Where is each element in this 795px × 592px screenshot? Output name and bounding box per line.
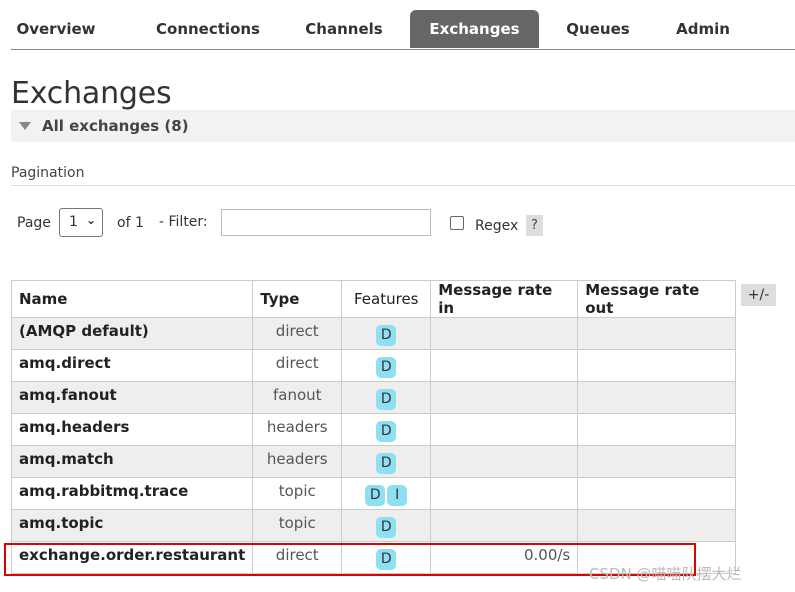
page-select[interactable]: 1 ⌄	[59, 208, 103, 237]
exchange-name-link[interactable]: amq.rabbitmq.trace	[10, 477, 254, 510]
all-exchanges-section-toggle[interactable]: All exchanges (8)	[11, 110, 795, 142]
table-row: amq.direct direct D	[10, 349, 737, 382]
triangle-down-icon	[19, 122, 31, 130]
message-rate-out	[577, 413, 737, 446]
exchange-type: headers	[252, 445, 343, 478]
feature-badge: D	[376, 324, 397, 346]
columns-toggle-button[interactable]: +/-	[741, 284, 776, 306]
header-rate-out[interactable]: Message rate out	[577, 280, 737, 318]
table-row: amq.fanout fanout D	[10, 381, 737, 414]
page-label: Page	[17, 215, 51, 231]
page-select-value: 1	[69, 214, 78, 230]
table-row: (AMQP default) direct D	[10, 317, 737, 350]
exchange-features: DI	[341, 477, 432, 510]
exchange-name-link[interactable]: (AMQP default)	[10, 317, 254, 350]
exchange-type: topic	[252, 509, 343, 542]
regex-checkbox[interactable]	[450, 216, 464, 230]
message-rate-out	[577, 509, 737, 542]
exchange-type: direct	[252, 349, 343, 382]
tab-queues[interactable]: Queues	[559, 10, 637, 48]
message-rate-out	[577, 349, 737, 382]
section-title: All exchanges (8)	[42, 117, 189, 135]
filter-input[interactable]	[221, 209, 431, 236]
message-rate-in	[430, 445, 579, 478]
nav-tabs: Overview Connections Channels Exchanges …	[11, 10, 795, 50]
feature-badge: D	[365, 484, 386, 506]
message-rate-in	[430, 413, 579, 446]
tab-overview[interactable]: Overview	[11, 10, 101, 48]
regex-label: Regex	[475, 218, 519, 234]
exchange-features: D	[341, 349, 432, 382]
exchange-type: fanout	[252, 381, 343, 414]
watermark: CSDN @喵喵队摆大烂	[589, 565, 742, 583]
message-rate-out	[577, 445, 737, 478]
help-button[interactable]: ?	[526, 215, 543, 236]
chevron-down-icon: ⌄	[86, 213, 97, 227]
tab-channels[interactable]: Channels	[298, 10, 390, 48]
filter-label: - Filter:	[159, 214, 208, 230]
message-rate-out	[577, 317, 737, 350]
header-type[interactable]: Type	[252, 280, 343, 318]
exchange-features: D	[341, 413, 432, 446]
tab-exchanges[interactable]: Exchanges	[410, 10, 539, 48]
message-rate-in	[430, 381, 579, 414]
exchange-type: direct	[252, 317, 343, 350]
table-row: amq.match headers D	[10, 445, 737, 478]
exchange-type: topic	[252, 477, 343, 510]
message-rate-in	[430, 317, 579, 350]
exchange-name-link[interactable]: amq.match	[10, 445, 254, 478]
page-count: of 1	[117, 215, 144, 231]
pagination-label: Pagination	[11, 165, 85, 181]
tab-admin[interactable]: Admin	[666, 10, 740, 48]
table-row: amq.rabbitmq.trace topic D I	[10, 477, 737, 510]
header-name[interactable]: Name	[10, 280, 254, 318]
exchange-type: headers	[252, 413, 343, 446]
exchange-features: D	[341, 445, 432, 478]
table-row: amq.headers headers D	[10, 413, 737, 446]
message-rate-in	[430, 509, 579, 542]
exchange-features: D	[341, 509, 432, 542]
message-rate-out	[577, 381, 737, 414]
exchanges-table: Name Type Features Message rate in Messa…	[10, 280, 737, 574]
exchange-features: D	[341, 381, 432, 414]
feature-badge: D	[376, 420, 397, 442]
header-rate-in[interactable]: Message rate in	[430, 280, 579, 318]
feature-badge: D	[376, 516, 397, 538]
exchange-name-link[interactable]: amq.direct	[10, 349, 254, 382]
message-rate-out	[577, 477, 737, 510]
divider	[11, 185, 795, 186]
exchange-name-link[interactable]: amq.topic	[10, 509, 254, 542]
table-row: amq.topic topic D	[10, 509, 737, 542]
message-rate-in	[430, 349, 579, 382]
tab-connections[interactable]: Connections	[147, 10, 269, 48]
feature-badge: D	[376, 452, 397, 474]
message-rate-in	[430, 477, 579, 510]
feature-badge: D	[376, 356, 397, 378]
page-title: Exchanges	[11, 76, 172, 111]
header-features: Features	[341, 280, 432, 318]
feature-badge: D	[376, 388, 397, 410]
feature-badge: I	[387, 484, 408, 506]
exchange-name-link[interactable]: amq.fanout	[10, 381, 254, 414]
exchange-features: D	[341, 317, 432, 350]
exchange-name-link[interactable]: amq.headers	[10, 413, 254, 446]
